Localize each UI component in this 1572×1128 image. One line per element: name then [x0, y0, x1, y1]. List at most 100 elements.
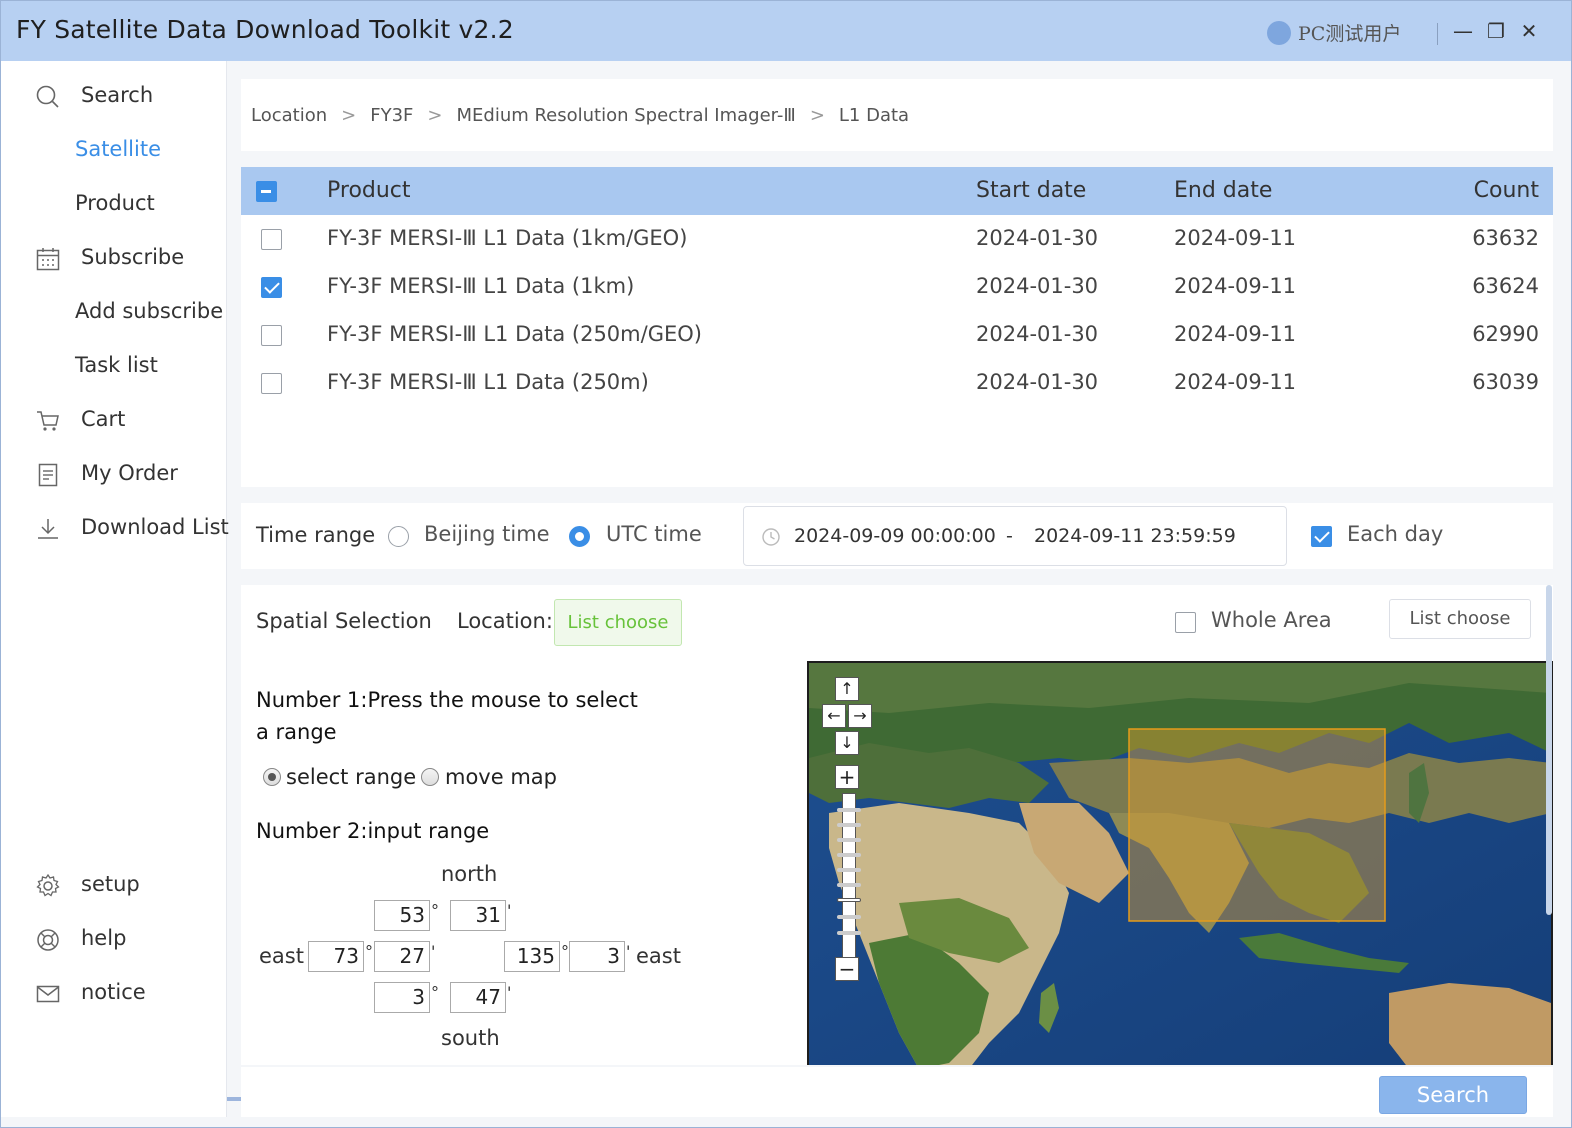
- whole-area-label[interactable]: Whole Area: [1211, 608, 1332, 632]
- move-map-radio[interactable]: [421, 768, 439, 786]
- west-minute-input[interactable]: 27: [374, 941, 430, 972]
- row-end-date: 2024-09-11: [1174, 274, 1297, 298]
- each-day-label[interactable]: Each day: [1347, 522, 1443, 546]
- row-start-date: 2024-01-30: [976, 226, 1099, 250]
- whole-area-checkbox[interactable]: [1175, 612, 1196, 633]
- sidebar-scrollbar[interactable]: [227, 1097, 241, 1101]
- utc-time-label[interactable]: UTC time: [606, 522, 702, 546]
- header-product[interactable]: Product: [327, 178, 411, 203]
- list-choose-button[interactable]: List choose: [1389, 599, 1531, 639]
- row-count: 62990: [1472, 322, 1539, 346]
- lifebuoy-icon: [37, 929, 59, 951]
- sidebar: Search Satellite Product Subscribe Add s…: [1, 61, 229, 1117]
- row-checkbox[interactable]: [261, 325, 282, 346]
- each-day-checkbox[interactable]: [1311, 526, 1332, 547]
- header-count[interactable]: Count: [1474, 178, 1539, 203]
- utc-time-radio[interactable]: [569, 526, 590, 547]
- sidebar-item-label: Product: [75, 191, 155, 215]
- sidebar-item-help[interactable]: help: [1, 919, 227, 959]
- start-datetime[interactable]: 2024-09-09 00:00:00: [794, 525, 996, 547]
- date-range-picker[interactable]: 2024-09-09 00:00:00 - 2024-09-11 23:59:5…: [743, 506, 1287, 566]
- app-window: FY Satellite Data Download Toolkit v2.2 …: [0, 0, 1572, 1128]
- east-degree-input[interactable]: 135: [504, 941, 560, 972]
- select-range-label[interactable]: select range: [286, 765, 416, 789]
- sidebar-item-notice[interactable]: notice: [1, 973, 227, 1013]
- minute-symbol: ': [507, 983, 512, 1002]
- move-map-label[interactable]: move map: [445, 765, 557, 789]
- end-datetime[interactable]: 2024-09-11 23:59:59: [1034, 525, 1236, 547]
- row-count: 63632: [1472, 226, 1539, 250]
- south-degree-input[interactable]: 3: [374, 982, 430, 1013]
- minimize-button[interactable]: —: [1451, 19, 1475, 43]
- user-menu[interactable]: PC测试用户: [1267, 19, 1401, 46]
- sidebar-item-search[interactable]: Search: [1, 76, 227, 116]
- world-map[interactable]: ↑ ← → ↓ + −: [807, 661, 1553, 1065]
- breadcrumb-instrument[interactable]: MEdium Resolution Spectral Imager-Ⅲ: [456, 105, 795, 126]
- north-minute-input[interactable]: 31: [450, 900, 506, 931]
- pan-right-button[interactable]: →: [848, 704, 872, 728]
- zoom-level-tick[interactable]: [837, 915, 861, 919]
- step1-instruction: Number 1:Press the mouse to select a ran…: [256, 688, 638, 744]
- zoom-in-button[interactable]: +: [835, 765, 859, 789]
- sidebar-item-my-order[interactable]: My Order: [1, 454, 227, 494]
- table-row[interactable]: FY-3F MERSI-Ⅲ L1 Data (250m/GEO) 2024-01…: [241, 311, 1553, 359]
- sidebar-item-label: Add subscribe: [75, 299, 224, 323]
- maximize-button[interactable]: ❐: [1484, 19, 1508, 43]
- beijing-time-label[interactable]: Beijing time: [424, 522, 550, 546]
- table-row[interactable]: FY-3F MERSI-Ⅲ L1 Data (1km) 2024-01-30 2…: [241, 263, 1553, 311]
- zoom-level-tick[interactable]: [837, 823, 861, 827]
- row-checkbox[interactable]: [261, 373, 282, 394]
- sidebar-item-satellite[interactable]: Satellite: [1, 130, 227, 170]
- zoom-level-tick[interactable]: [837, 853, 861, 857]
- content-scrollbar[interactable]: [1546, 585, 1552, 915]
- degree-symbol: °: [561, 942, 569, 961]
- row-start-date: 2024-01-30: [976, 274, 1099, 298]
- north-degree-input[interactable]: 53: [374, 900, 430, 931]
- select-range-radio[interactable]: [263, 768, 281, 786]
- sidebar-item-task-list[interactable]: Task list: [1, 346, 227, 386]
- zoom-slider-thumb[interactable]: [837, 898, 861, 902]
- row-checkbox[interactable]: [261, 277, 282, 298]
- pan-up-button[interactable]: ↑: [835, 677, 859, 701]
- header-end-date[interactable]: End date: [1174, 178, 1272, 203]
- zoom-out-button[interactable]: −: [835, 957, 859, 981]
- location-list-choose-button[interactable]: List choose: [554, 599, 682, 646]
- west-degree-input[interactable]: 73: [308, 941, 364, 972]
- pan-down-button[interactable]: ↓: [835, 731, 859, 755]
- close-button[interactable]: ✕: [1517, 19, 1541, 43]
- sidebar-item-label: help: [81, 926, 127, 950]
- sidebar-item-subscribe[interactable]: Subscribe: [1, 238, 227, 278]
- table-row[interactable]: FY-3F MERSI-Ⅲ L1 Data (250m) 2024-01-30 …: [241, 359, 1553, 407]
- east-minute-input[interactable]: 3: [569, 941, 625, 972]
- zoom-slider[interactable]: [842, 793, 856, 961]
- sidebar-item-download-list[interactable]: Download List: [1, 508, 229, 548]
- search-button[interactable]: Search: [1379, 1076, 1527, 1114]
- row-end-date: 2024-09-11: [1174, 322, 1297, 346]
- sidebar-item-add-subscribe[interactable]: Add subscribe: [1, 292, 227, 332]
- south-minute-input[interactable]: 47: [450, 982, 506, 1013]
- title-separator: [1437, 23, 1438, 45]
- table-row[interactable]: FY-3F MERSI-Ⅲ L1 Data (1km/GEO) 2024-01-…: [241, 215, 1553, 263]
- row-checkbox[interactable]: [261, 229, 282, 250]
- zoom-level-tick[interactable]: [837, 838, 861, 842]
- satellite-map-image: [809, 663, 1551, 1065]
- sidebar-item-product[interactable]: Product: [1, 184, 227, 224]
- breadcrumb-satellite[interactable]: FY3F: [370, 105, 413, 126]
- zoom-level-tick[interactable]: [837, 931, 861, 935]
- sidebar-item-label: setup: [81, 872, 140, 896]
- mail-icon: [36, 985, 60, 1003]
- row-count: 63624: [1472, 274, 1539, 298]
- beijing-time-radio[interactable]: [388, 526, 409, 547]
- sidebar-item-label: Download List: [81, 515, 229, 539]
- breadcrumb-location[interactable]: Location: [251, 105, 327, 126]
- document-icon: [38, 463, 58, 487]
- pan-left-button[interactable]: ←: [822, 704, 846, 728]
- zoom-level-tick[interactable]: [837, 868, 861, 872]
- sidebar-item-setup[interactable]: setup: [1, 865, 227, 905]
- select-all-checkbox[interactable]: [256, 181, 277, 202]
- zoom-level-tick[interactable]: [837, 883, 861, 887]
- zoom-level-tick[interactable]: [837, 808, 861, 812]
- sidebar-item-cart[interactable]: Cart: [1, 400, 227, 440]
- header-start-date[interactable]: Start date: [976, 178, 1086, 203]
- row-product: FY-3F MERSI-Ⅲ L1 Data (1km/GEO): [327, 226, 688, 250]
